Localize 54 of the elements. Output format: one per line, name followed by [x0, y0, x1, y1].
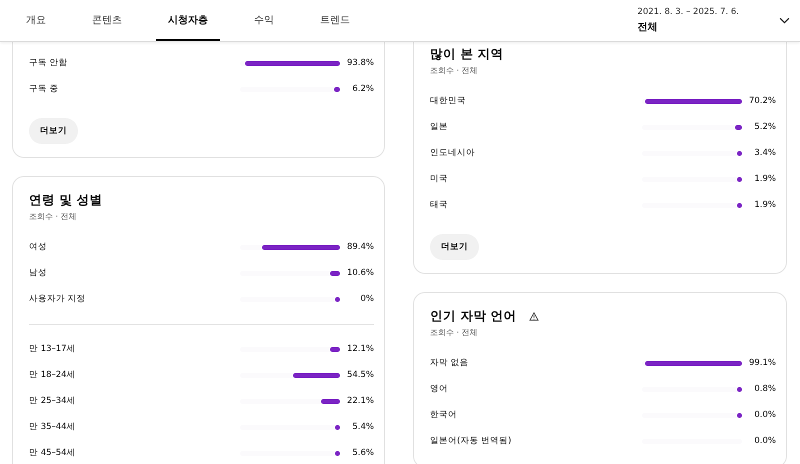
percent-value: 0.0%: [753, 436, 776, 446]
percent-value: 1.9%: [753, 174, 776, 184]
card-subtitle: 조회수 · 전체: [430, 328, 479, 338]
row-label: 영어: [430, 383, 449, 395]
percent-value: 5.6%: [351, 448, 374, 458]
card-title: 인기 자막 언어: [430, 309, 517, 323]
row-label: 여성: [29, 241, 48, 253]
percent-value: 54.5%: [346, 370, 374, 380]
card-subtitle: 조회수 · 전체: [29, 212, 78, 222]
tab[interactable]: 트렌드: [308, 0, 362, 41]
percent-value: 6.2%: [351, 84, 374, 94]
percent-value: 89.4%: [346, 242, 374, 252]
percent-value: 70.2%: [748, 96, 776, 106]
more-button[interactable]: 더보기: [430, 234, 479, 260]
percent-value: 93.8%: [346, 58, 374, 68]
percent-value: 5.2%: [753, 122, 776, 132]
row-label: 만 35–44세: [29, 421, 77, 433]
row-label: 만 25–34세: [29, 395, 77, 407]
percent-value: 99.1%: [748, 358, 776, 368]
date-range: 2021. 8. 3. – 2025. 7. 6.: [637, 7, 739, 17]
row-label: 인도네시아: [430, 147, 476, 159]
row-label: 미국: [430, 173, 449, 185]
tab[interactable]: 시청자층: [156, 0, 220, 41]
row-label: 만 18–24세: [29, 369, 77, 381]
card-subtitle: 조회수 · 전체: [430, 66, 479, 76]
percent-value: 5.4%: [351, 422, 374, 432]
row-label: 사용자가 지정: [29, 293, 87, 305]
percent-value: 3.4%: [753, 148, 776, 158]
row-label: 구독 중: [29, 83, 60, 95]
percent-value: 1.9%: [753, 200, 776, 210]
percent-value: 10.6%: [346, 268, 374, 278]
percent-value: 0.8%: [753, 384, 776, 394]
row-label: 태국: [430, 199, 449, 211]
percent-value: 0%: [360, 294, 374, 304]
row-label: 구독 안함: [29, 57, 69, 69]
row-label: 대한민국: [430, 95, 467, 107]
card-title: 많이 본 지역: [430, 47, 504, 61]
card-title: 연령 및 성별: [29, 193, 103, 207]
row-label: 자막 없음: [430, 357, 470, 369]
row-label: 일본어(자동 번역됨): [430, 435, 512, 447]
row-label: 일본: [430, 121, 449, 133]
percent-value: 0.0%: [753, 410, 776, 420]
row-label: 만 45–54세: [29, 447, 77, 459]
tab[interactable]: 콘텐츠: [80, 0, 134, 41]
row-label: 만 13–17세: [29, 343, 77, 355]
row-label: 남성: [29, 267, 48, 279]
more-button[interactable]: 더보기: [29, 118, 78, 144]
percent-value: 12.1%: [346, 344, 374, 354]
percent-value: 22.1%: [346, 396, 374, 406]
tab[interactable]: 개요: [14, 0, 58, 41]
row-label: 한국어: [430, 409, 458, 421]
chevron-down-icon[interactable]: [779, 17, 790, 24]
tab[interactable]: 수익: [242, 0, 286, 41]
range-label: 전체: [637, 21, 658, 34]
